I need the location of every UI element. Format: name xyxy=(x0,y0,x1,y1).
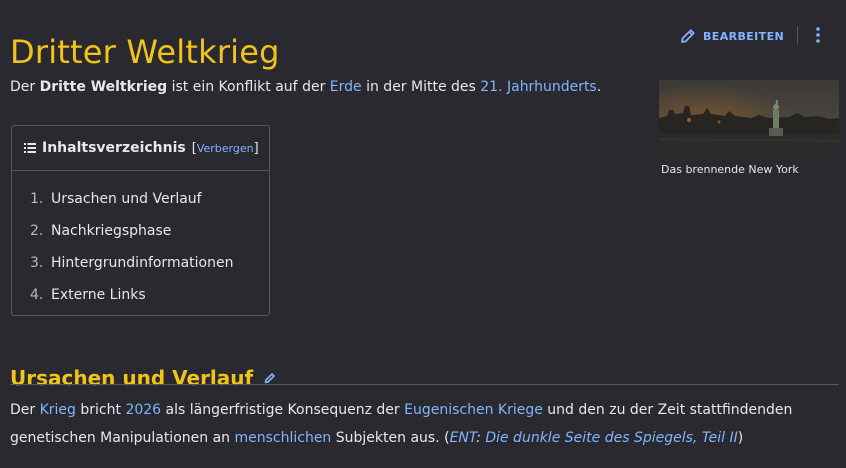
link-2026[interactable]: 2026 xyxy=(125,402,161,418)
toc-item-label[interactable]: Nachkriegsphase xyxy=(51,223,171,239)
toc-item[interactable]: 4. Externe Links xyxy=(30,279,269,311)
intro-text: ist ein Konflikt auf der xyxy=(167,79,330,95)
section-divider xyxy=(10,384,839,385)
toc-item[interactable]: 2. Nachkriegsphase xyxy=(30,215,269,247)
paragraph-text: ) xyxy=(737,430,744,446)
paragraph-text: Subjekten aus. ( xyxy=(331,430,450,446)
toc-toggle-wrapper: [Verbergen] xyxy=(191,140,259,156)
section-heading-text: Ursachen und Verlauf xyxy=(10,365,254,390)
link-erde[interactable]: Erde xyxy=(330,79,362,95)
toc-item[interactable]: 3. Hintergrundinformationen xyxy=(30,247,269,279)
page-title: Dritter Weltkrieg xyxy=(10,33,280,72)
toc-item-number: 3. xyxy=(30,255,44,271)
intro-text: in der Mitte des xyxy=(361,79,481,95)
burning-new-york-image[interactable] xyxy=(659,80,839,156)
link-krieg[interactable]: Krieg xyxy=(40,402,76,418)
paragraph-text: : xyxy=(476,430,486,446)
intro-bold-term: Dritte Weltkrieg xyxy=(39,79,168,95)
toolbar-divider xyxy=(797,26,798,44)
toc-header: Inhaltsverzeichnis [Verbergen] xyxy=(12,126,269,171)
link-menschlichen[interactable]: menschlichen xyxy=(234,430,331,446)
paragraph-text: Der xyxy=(10,402,40,418)
toc-item-label[interactable]: Externe Links xyxy=(51,287,146,303)
toc-item[interactable]: 1. Ursachen und Verlauf xyxy=(30,183,269,215)
link-21-jahrhundert[interactable]: 21. Jahrhunderts xyxy=(480,79,596,95)
toc-item-label[interactable]: Ursachen und Verlauf xyxy=(51,191,202,207)
toc-item-number: 2. xyxy=(30,223,44,239)
intro-text: Der xyxy=(10,79,40,95)
link-ent[interactable]: ENT xyxy=(450,430,477,446)
paragraph-text: als längerfristige Konsequenz der xyxy=(161,402,405,418)
edit-button-label: BEARBEITEN xyxy=(703,29,785,43)
list-icon xyxy=(24,143,36,153)
pencil-icon xyxy=(681,29,695,43)
section-edit-pencil-icon[interactable] xyxy=(263,371,277,385)
toc-item-label[interactable]: Hintergrundinformationen xyxy=(51,255,233,271)
toc-list: 1. Ursachen und Verlauf 2. Nachkriegsphase… xyxy=(12,171,269,311)
intro-text: . xyxy=(596,79,602,95)
paragraph-text: bricht xyxy=(75,402,126,418)
toc-toggle-link[interactable]: Verbergen xyxy=(197,142,254,155)
kebab-icon xyxy=(816,27,820,43)
link-episode[interactable]: Die dunkle Seite des Spiegels, Teil II xyxy=(485,430,737,446)
section-paragraph: Der Krieg bricht 2026 als längerfristige… xyxy=(10,396,840,452)
section-heading: Ursachen und Verlauf xyxy=(10,366,277,390)
more-menu-button[interactable] xyxy=(808,24,828,46)
thumbnail-figure: Das brennende New York xyxy=(659,80,839,176)
toc-item-number: 1. xyxy=(30,191,44,207)
edit-button[interactable]: BEARBEITEN xyxy=(679,26,784,46)
link-eugenische-kriege[interactable]: Eugenischen Kriege xyxy=(404,402,543,418)
table-of-contents: Inhaltsverzeichnis [Verbergen] 1. Ursache… xyxy=(11,125,270,316)
intro-paragraph: Der Dritte Weltkrieg ist ein Konflikt au… xyxy=(10,77,601,97)
thumbnail-caption: Das brennende New York xyxy=(661,163,799,176)
toc-title: Inhaltsverzeichnis xyxy=(42,140,186,156)
toc-item-number: 4. xyxy=(30,287,44,303)
